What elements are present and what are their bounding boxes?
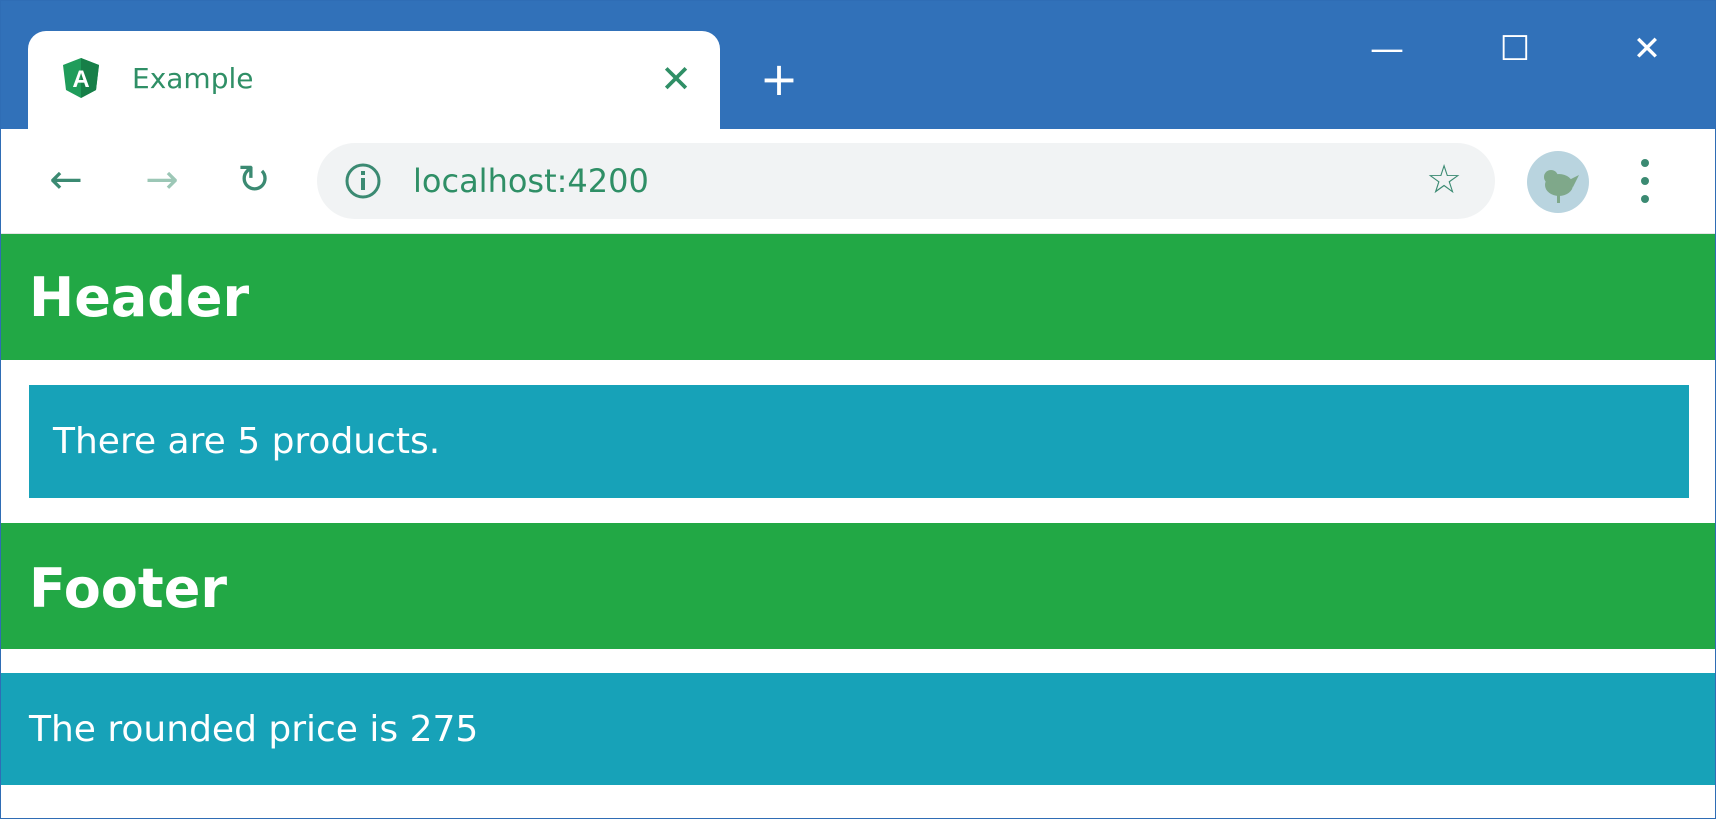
browser-window: A Example ✕ + — ☐ ✕ ← → ↻ localhost:4200…: [0, 0, 1716, 819]
plus-icon[interactable]: +: [759, 56, 799, 102]
tab-title: Example: [132, 62, 254, 95]
close-icon[interactable]: ✕: [656, 59, 696, 99]
price-alert: The rounded price is 275: [1, 673, 1715, 785]
forward-arrow-icon[interactable]: →: [137, 155, 187, 205]
reload-icon[interactable]: ↻: [229, 155, 279, 205]
bird-avatar-icon: [1544, 170, 1579, 203]
info-icon[interactable]: [343, 161, 383, 201]
angular-logo-icon: A: [63, 58, 99, 98]
back-arrow-icon[interactable]: ←: [41, 155, 91, 205]
minimize-icon[interactable]: —: [1357, 25, 1417, 73]
price-text: The rounded price is 275: [29, 709, 479, 750]
footer-title: Footer: [29, 557, 227, 620]
close-icon[interactable]: ✕: [1617, 25, 1677, 73]
avatar[interactable]: [1527, 151, 1589, 213]
browser-tab[interactable]: A Example ✕: [28, 31, 720, 129]
product-count-alert: There are 5 products.: [29, 385, 1689, 498]
svg-text:A: A: [72, 66, 89, 93]
product-count-text: There are 5 products.: [53, 421, 441, 462]
maximize-icon[interactable]: ☐: [1485, 25, 1545, 73]
star-icon[interactable]: ☆: [1421, 157, 1467, 203]
title-bar: A Example ✕ + — ☐ ✕: [1, 1, 1715, 129]
footer-bar: Footer: [1, 523, 1715, 649]
kebab-menu-icon[interactable]: [1625, 153, 1665, 209]
browser-toolbar: ← → ↻ localhost:4200 ☆: [1, 129, 1715, 234]
header-bar: Header: [1, 234, 1715, 360]
header-title: Header: [29, 266, 250, 329]
page-content: Header There are 5 products. Footer The …: [1, 234, 1715, 818]
url-text[interactable]: localhost:4200: [413, 159, 649, 203]
address-bar[interactable]: localhost:4200 ☆: [317, 143, 1495, 219]
